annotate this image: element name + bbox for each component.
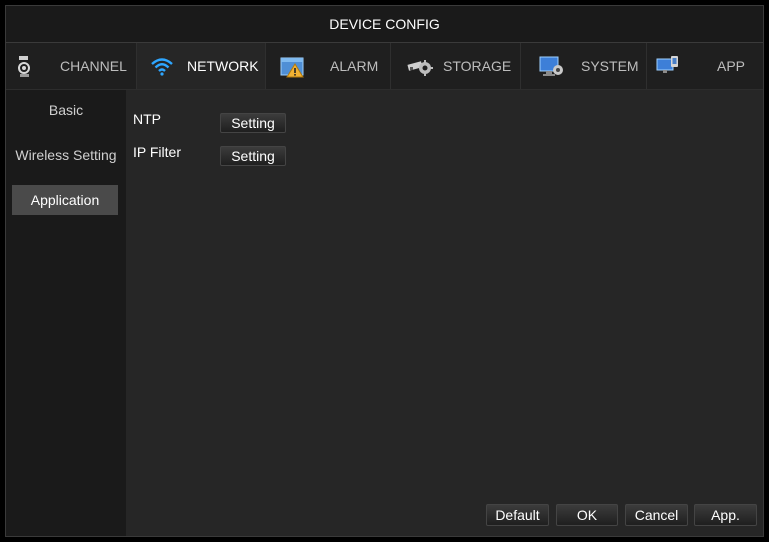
default-button[interactable]: Default — [486, 504, 549, 526]
tab-channel-label: CHANNEL — [60, 58, 127, 74]
channel-icon — [14, 51, 44, 81]
ntp-setting-button[interactable]: Setting — [220, 113, 286, 133]
sidebar-item-basic[interactable]: Basic — [6, 95, 126, 125]
tab-alarm-label: ALARM — [330, 58, 379, 74]
device-config-window: DEVICE CONFIG CHANNEL NETWORK ALARM STOR… — [5, 5, 764, 537]
tab-app-label: APP — [717, 58, 746, 74]
sidebar: Basic Wireless Setting Application — [6, 90, 126, 536]
ip-filter-setting-button[interactable]: Setting — [220, 146, 286, 166]
content-panel: NTP Setting IP Filter Setting Default OK… — [126, 90, 763, 536]
tab-storage[interactable]: STORAGE — [391, 43, 521, 89]
alarm-icon — [278, 51, 308, 81]
tab-storage-label: STORAGE — [443, 58, 512, 74]
tab-network-label: NETWORK — [187, 58, 259, 74]
storage-icon — [405, 51, 435, 81]
window-title-bar: DEVICE CONFIG — [6, 6, 763, 43]
tab-system[interactable]: SYSTEM — [521, 43, 647, 89]
sidebar-item-application[interactable]: Application — [12, 185, 118, 215]
tab-alarm[interactable]: ALARM — [266, 43, 391, 89]
system-icon — [537, 51, 567, 81]
window-title: DEVICE CONFIG — [329, 16, 440, 32]
ok-button[interactable]: OK — [556, 504, 618, 526]
tab-network[interactable]: NETWORK — [137, 43, 266, 89]
ip-filter-label: IP Filter — [133, 144, 181, 160]
apply-button[interactable]: App. — [694, 504, 757, 526]
cancel-button[interactable]: Cancel — [625, 504, 688, 526]
tab-channel[interactable]: CHANNEL — [6, 43, 137, 89]
app-icon — [653, 51, 683, 81]
wifi-icon — [147, 51, 177, 81]
ntp-label: NTP — [133, 111, 161, 127]
tab-app[interactable]: APP — [647, 43, 763, 89]
sidebar-item-wireless-setting[interactable]: Wireless Setting — [6, 140, 126, 170]
tab-system-label: SYSTEM — [581, 58, 639, 74]
tab-bar: CHANNEL NETWORK ALARM STORAGE SYSTEM APP — [6, 43, 763, 90]
